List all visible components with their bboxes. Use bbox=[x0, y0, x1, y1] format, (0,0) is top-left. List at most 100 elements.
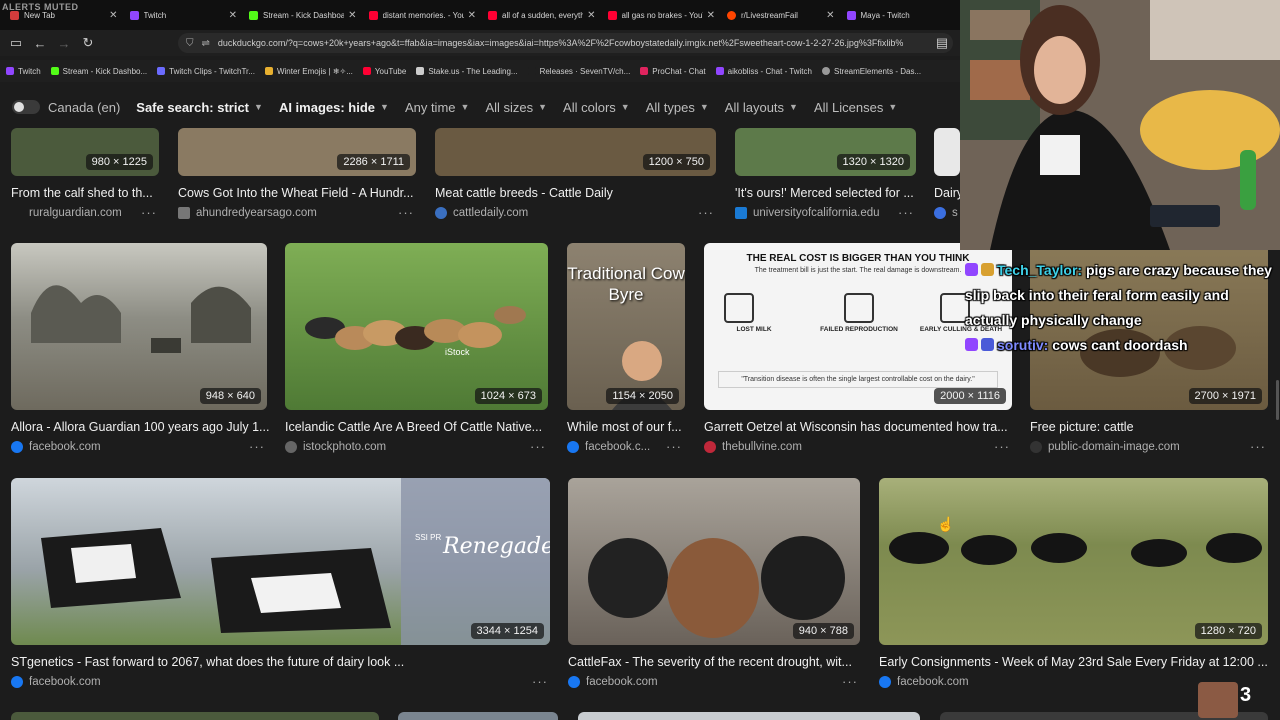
tab-youtube-3[interactable]: all gas no brakes - YouT ✕ bbox=[602, 0, 722, 30]
url-bar[interactable]: ⛉ ⇌ duckduckgo.com/?q=cows+20k+years+ago… bbox=[178, 33, 953, 53]
more-options-icon[interactable]: ··· bbox=[532, 674, 548, 689]
result-image[interactable]: 948 × 640 bbox=[11, 243, 267, 410]
result-title[interactable]: From the calf shed to th... bbox=[11, 186, 161, 200]
type-filter[interactable]: All types ▼ bbox=[646, 100, 709, 115]
result-title[interactable]: CattleFax - The severity of the recent d… bbox=[568, 655, 860, 669]
result-source[interactable]: facebook.com bbox=[11, 441, 101, 453]
result-source[interactable]: s bbox=[934, 207, 960, 219]
result-source[interactable]: universityofcalifornia.edu bbox=[735, 207, 880, 219]
back-icon[interactable]: ← bbox=[28, 31, 52, 55]
bookmark-streamelements[interactable]: StreamElements - Das... bbox=[821, 67, 921, 76]
reader-view-icon[interactable]: ▤ bbox=[930, 31, 954, 55]
bookmark-seventv[interactable]: Releases · SevenTV/ch... bbox=[527, 67, 630, 76]
result-source[interactable]: public-domain-image.com bbox=[1030, 441, 1180, 453]
close-icon[interactable]: ✕ bbox=[707, 10, 715, 21]
more-options-icon[interactable]: ··· bbox=[994, 439, 1010, 454]
close-icon[interactable]: ✕ bbox=[468, 10, 476, 21]
result-title[interactable]: Icelandic Cattle Are A Breed Of Cattle N… bbox=[285, 420, 548, 434]
result-source[interactable]: cattledaily.com bbox=[435, 207, 528, 219]
license-filter[interactable]: All Licenses ▼ bbox=[814, 100, 897, 115]
result-image[interactable]: ☝ 1280 × 720 bbox=[879, 478, 1268, 645]
result-image[interactable] bbox=[11, 712, 379, 720]
ai-images-filter[interactable]: AI images: hide ▼ bbox=[279, 100, 389, 115]
result-image[interactable]: iStock 1024 × 673 bbox=[285, 243, 548, 410]
result-title[interactable]: 'It's ours!' Merced selected for ... bbox=[735, 186, 917, 200]
forward-icon[interactable]: → bbox=[52, 31, 76, 55]
bookmark-aikobliss[interactable]: aikobliss - Chat - Twitch bbox=[715, 67, 812, 76]
close-icon[interactable]: ✕ bbox=[229, 10, 237, 21]
bookmark-winter-emojis[interactable]: Winter Emojis | ❄✧... bbox=[264, 67, 353, 76]
more-options-icon[interactable]: ··· bbox=[398, 205, 414, 220]
result-image[interactable] bbox=[398, 712, 558, 720]
close-icon[interactable]: ✕ bbox=[109, 10, 117, 21]
result-title[interactable]: Cows Got Into the Wheat Field - A Hundr.… bbox=[178, 186, 418, 200]
color-filter[interactable]: All colors ▼ bbox=[563, 100, 630, 115]
result-title[interactable]: Dairy bbox=[934, 186, 960, 200]
tab-maya-twitch[interactable]: Maya - Twitch bbox=[841, 0, 961, 30]
result-image[interactable]: 1320 × 1320 bbox=[735, 128, 916, 176]
more-options-icon[interactable]: ··· bbox=[249, 439, 265, 454]
permissions-icon[interactable]: ⇌ bbox=[202, 38, 210, 49]
tab-reddit[interactable]: r/LivestreamFail ✕ bbox=[721, 0, 841, 30]
result-image[interactable] bbox=[578, 712, 920, 720]
result-title[interactable]: Allora - Allora Guardian 100 years ago J… bbox=[11, 420, 269, 434]
infographic-quote: "Transition disease is often the single … bbox=[718, 371, 998, 388]
result-title[interactable]: Free picture: cattle bbox=[1030, 420, 1268, 434]
result-title[interactable]: Meat cattle breeds - Cattle Daily bbox=[435, 186, 715, 200]
result-title[interactable]: STgenetics - Fast forward to 2067, what … bbox=[11, 655, 550, 669]
result-source[interactable]: facebook.com bbox=[568, 676, 658, 688]
more-options-icon[interactable]: ··· bbox=[842, 674, 858, 689]
bookmark-prochat[interactable]: ProChat - Chat bbox=[640, 67, 706, 76]
result-source[interactable]: istockphoto.com bbox=[285, 441, 386, 453]
more-options-icon[interactable]: ··· bbox=[898, 205, 914, 220]
bookmark-stake[interactable]: Stake.us - The Leading... bbox=[416, 67, 518, 76]
tab-kick[interactable]: Stream - Kick Dashboard ✕ bbox=[243, 0, 363, 30]
result-title[interactable]: While most of our f... bbox=[567, 420, 685, 434]
close-icon[interactable]: ✕ bbox=[587, 10, 595, 21]
layout-filter[interactable]: All layouts ▼ bbox=[725, 100, 798, 115]
more-options-icon[interactable]: ··· bbox=[141, 205, 157, 220]
reload-icon[interactable]: ↻ bbox=[76, 31, 100, 55]
sidebar-toggle-icon[interactable]: ▭ bbox=[4, 31, 28, 55]
more-options-icon[interactable]: ··· bbox=[1250, 439, 1266, 454]
scrollbar[interactable] bbox=[1276, 380, 1279, 420]
site-info-icon[interactable]: ⛉ bbox=[186, 38, 194, 49]
result-image[interactable]: SSI PR Renegade 3344 × 1254 bbox=[11, 478, 550, 645]
bookmark-label: Twitch bbox=[18, 66, 41, 76]
tab-youtube-2[interactable]: all of a sudden, everythi ✕ bbox=[482, 0, 602, 30]
result-image[interactable]: 940 × 788 bbox=[568, 478, 860, 645]
safe-search-filter[interactable]: Safe search: strict ▼ bbox=[136, 100, 263, 115]
close-icon[interactable]: ✕ bbox=[826, 10, 834, 21]
tab-youtube-1[interactable]: distant memories. - You ✕ bbox=[363, 0, 483, 30]
result-image[interactable]: 980 × 1225 bbox=[11, 128, 159, 176]
milk-bottle-icon bbox=[724, 293, 754, 323]
image-dimensions: 948 × 640 bbox=[199, 388, 261, 404]
region-filter[interactable]: Canada (en) bbox=[48, 100, 120, 115]
size-filter[interactable]: All sizes ▼ bbox=[485, 100, 547, 115]
result-image[interactable]: 1200 × 750 bbox=[435, 128, 716, 176]
bookmark-kick[interactable]: Stream - Kick Dashbo... bbox=[50, 67, 147, 76]
result-source[interactable]: ahundredyearsago.com bbox=[178, 207, 317, 219]
result-image[interactable]: 2286 × 1711 bbox=[178, 128, 416, 176]
bookmark-youtube[interactable]: YouTube bbox=[362, 67, 406, 76]
more-options-icon[interactable]: ··· bbox=[698, 205, 714, 220]
result-title[interactable]: Garrett Oetzel at Wisconsin has document… bbox=[704, 420, 1014, 434]
result-source[interactable]: facebook.com bbox=[11, 676, 101, 688]
result-source[interactable]: facebook.c... bbox=[567, 441, 650, 453]
tab-twitch[interactable]: Twitch ✕ bbox=[124, 0, 244, 30]
twitch-icon bbox=[715, 67, 724, 75]
result-title[interactable]: Early Consignments - Week of May 23rd Sa… bbox=[879, 655, 1268, 669]
more-options-icon[interactable]: ··· bbox=[666, 439, 682, 454]
time-filter[interactable]: Any time ▼ bbox=[405, 100, 470, 115]
close-icon[interactable]: ✕ bbox=[348, 10, 356, 21]
result-image[interactable]: Traditional Cow Byre 1154 × 2050 bbox=[567, 243, 685, 410]
more-options-icon[interactable]: ··· bbox=[530, 439, 546, 454]
result-image[interactable] bbox=[934, 128, 960, 176]
result-source[interactable]: facebook.com bbox=[879, 676, 969, 688]
result-source[interactable]: ruralguardian.com bbox=[11, 207, 122, 219]
bookmark-twitch-clips[interactable]: Twitch Clips - TwitchTr... bbox=[157, 67, 255, 76]
youtube-icon bbox=[488, 10, 497, 20]
result-source[interactable]: thebullvine.com bbox=[704, 441, 802, 453]
bookmark-twitch[interactable]: Twitch bbox=[6, 67, 41, 76]
region-toggle[interactable] bbox=[12, 100, 40, 114]
